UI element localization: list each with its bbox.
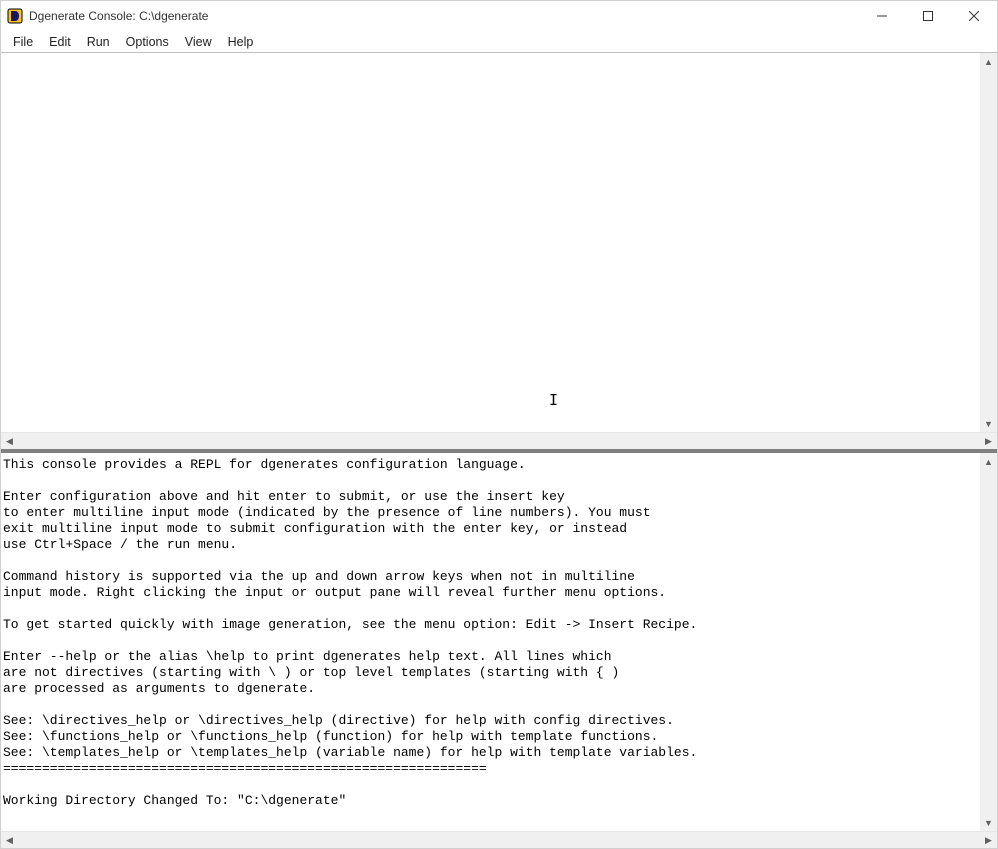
scroll-down-icon[interactable]: ▼ — [980, 415, 997, 432]
menu-bar: File Edit Run Options View Help — [1, 31, 997, 53]
scroll-track[interactable] — [18, 832, 980, 849]
menu-edit[interactable]: Edit — [41, 33, 79, 51]
scroll-track[interactable] — [18, 433, 980, 450]
scroll-left-icon[interactable]: ◀ — [1, 433, 18, 450]
scroll-up-icon[interactable]: ▲ — [980, 453, 997, 470]
output-horizontal-scrollbar[interactable]: ◀ ▶ — [1, 831, 997, 848]
app-window: Dgenerate Console: C:\dgenerate File Edi… — [0, 0, 998, 849]
scroll-down-icon[interactable]: ▼ — [980, 814, 997, 831]
output-text[interactable]: This console provides a REPL for dgenera… — [1, 453, 980, 831]
menu-run[interactable]: Run — [79, 33, 118, 51]
maximize-button[interactable] — [905, 1, 951, 31]
output-pane: This console provides a REPL for dgenera… — [1, 453, 997, 848]
text-cursor-icon: I — [549, 393, 550, 409]
menu-view[interactable]: View — [177, 33, 220, 51]
scroll-left-icon[interactable]: ◀ — [1, 832, 18, 849]
input-textarea[interactable]: I — [1, 53, 980, 432]
title-bar: Dgenerate Console: C:\dgenerate — [1, 1, 997, 31]
scroll-right-icon[interactable]: ▶ — [980, 433, 997, 450]
minimize-button[interactable] — [859, 1, 905, 31]
title-bar-left: Dgenerate Console: C:\dgenerate — [7, 8, 208, 24]
scroll-up-icon[interactable]: ▲ — [980, 53, 997, 70]
window-title: Dgenerate Console: C:\dgenerate — [29, 9, 208, 23]
content-area: I ▲ ▼ ◀ ▶ This console provides a REPL f… — [1, 53, 997, 848]
menu-file[interactable]: File — [5, 33, 41, 51]
app-icon — [7, 8, 23, 24]
scroll-right-icon[interactable]: ▶ — [980, 832, 997, 849]
input-vertical-scrollbar[interactable]: ▲ ▼ — [980, 53, 997, 432]
input-pane: I ▲ ▼ ◀ ▶ — [1, 53, 997, 449]
window-controls — [859, 1, 997, 31]
menu-help[interactable]: Help — [220, 33, 262, 51]
close-button[interactable] — [951, 1, 997, 31]
menu-options[interactable]: Options — [118, 33, 177, 51]
output-vertical-scrollbar[interactable]: ▲ ▼ — [980, 453, 997, 831]
scroll-track[interactable] — [980, 470, 997, 814]
scroll-track[interactable] — [980, 70, 997, 415]
input-horizontal-scrollbar[interactable]: ◀ ▶ — [1, 432, 997, 449]
